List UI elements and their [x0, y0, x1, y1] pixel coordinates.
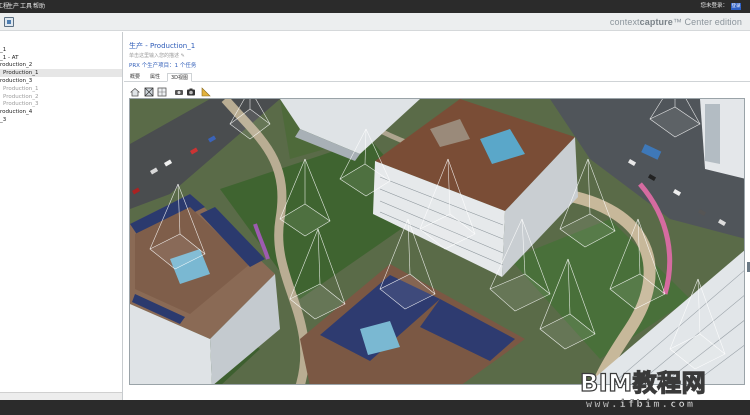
page-title: 生产 - Production_1	[129, 42, 196, 50]
tree-item[interactable]: Production_1	[0, 85, 122, 93]
snapshot-icon[interactable]	[186, 87, 196, 97]
measure-icon[interactable]	[201, 87, 211, 97]
tree-item[interactable]: roduction_4	[0, 108, 122, 116]
tree-item[interactable]: _1	[0, 46, 122, 54]
tree-item[interactable]: Production_3	[0, 100, 122, 108]
open-project-icon[interactable]	[4, 17, 14, 27]
watermark-title: BIM教程网	[579, 368, 707, 397]
grid-icon[interactable]	[157, 87, 167, 97]
3d-viewport[interactable]	[129, 98, 745, 385]
camera-icon[interactable]	[174, 87, 184, 97]
aerial-scene	[130, 99, 744, 384]
production-panel: 生产 - Production_1 单击这里输入您的描述 ✎ PRX 个生产项目…	[124, 32, 750, 400]
project-tree: _1 _1 - AT roduction_2 Production_1 rodu…	[0, 32, 123, 400]
sidebar-horizontal-scrollbar[interactable]	[0, 392, 122, 400]
home-icon[interactable]	[130, 87, 140, 97]
menu-production[interactable]: 生产	[7, 2, 19, 11]
tab-overview[interactable]: 概要	[127, 73, 143, 82]
watermark-logo: BIM教程网 www.ifbim.com	[579, 368, 750, 415]
brand-logo: contextcapture™ Center edition	[609, 17, 742, 27]
login-button[interactable]: 登录	[731, 3, 741, 10]
menu-bar: 工程 生产 工具 帮助 您未登录： 登录	[0, 0, 750, 13]
watermark-url: www.ifbim.com	[586, 399, 696, 411]
login-status-label: 您未登录：	[700, 3, 728, 9]
tab-3d-view[interactable]: 3D视图	[167, 73, 193, 82]
description-field[interactable]: 单击这里输入您的描述 ✎	[129, 52, 185, 59]
menu-help[interactable]: 帮助	[33, 2, 45, 11]
toolbar: contextcapture™ Center edition	[0, 13, 750, 31]
wireframe-icon[interactable]	[144, 87, 154, 97]
tab-bar: 概要 属性 3D视图	[124, 72, 750, 82]
tree-item[interactable]: roduction_3	[0, 77, 122, 85]
tree-item[interactable]: roduction_2	[0, 61, 122, 69]
tab-properties[interactable]: 属性	[147, 73, 163, 82]
menu-tools[interactable]: 工具	[20, 2, 32, 11]
tree-item[interactable]: _3	[0, 116, 122, 124]
production-summary-link[interactable]: PRX 个生产项目：1 个任务	[129, 61, 196, 69]
tree-item-selected[interactable]: Production_1	[0, 69, 122, 77]
